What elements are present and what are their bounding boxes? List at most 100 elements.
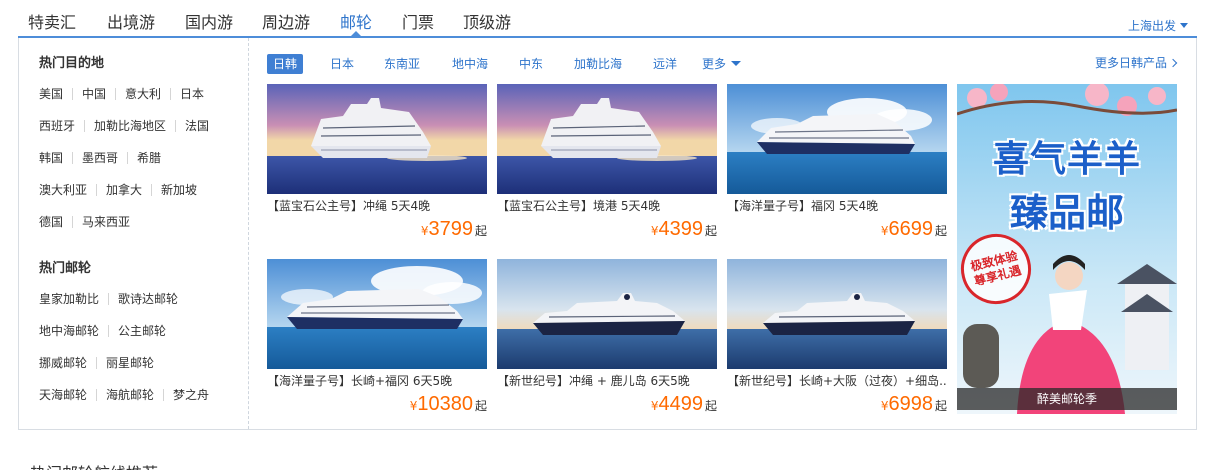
chevron-right-icon xyxy=(1168,58,1178,68)
cruise-line-link[interactable]: 公主邮轮 xyxy=(118,322,166,339)
promo-headline-1: 喜气羊羊 xyxy=(992,139,1141,180)
region-tab-japan-korea[interactable]: 日韩 xyxy=(267,54,304,74)
nav-tab-premium[interactable]: 顶级游 xyxy=(463,9,511,33)
price-value: 3799 xyxy=(428,218,473,240)
cruise-ship-photo xyxy=(267,84,487,194)
product-price: ¥3799 起 xyxy=(421,218,487,241)
nav-tab-outbound[interactable]: 出境游 xyxy=(107,9,155,33)
product-card[interactable]: 【新世纪号】长崎+大阪（过夜）+细岛... ¥6998 起 xyxy=(727,259,947,419)
destination-link[interactable]: 澳大利亚 xyxy=(39,181,87,198)
product-card[interactable]: 【新世纪号】冲绳 + 鹿儿岛 6天5晚 ¥4499 起 xyxy=(497,259,717,419)
cruise-line-link[interactable]: 海航邮轮 xyxy=(106,386,154,403)
divider xyxy=(96,388,98,401)
region-more-label: 更多 xyxy=(702,57,727,71)
divider xyxy=(163,388,165,401)
destination-link[interactable]: 德国 xyxy=(39,213,63,230)
destination-link[interactable]: 法国 xyxy=(185,117,209,134)
product-card[interactable]: 【蓝宝石公主号】境港 5天4晚 ¥4399 起 xyxy=(497,84,717,244)
departure-city-label: 上海出发 xyxy=(1128,19,1177,33)
destination-link[interactable]: 韩国 xyxy=(39,149,63,166)
cruise-panel: 热门目的地 美国 中国 意大利 日本 西班牙 加勒比海地区 法国 韩国 墨西哥 … xyxy=(18,38,1197,430)
cruise-line-link[interactable]: 地中海邮轮 xyxy=(39,322,99,339)
destination-link[interactable]: 西班牙 xyxy=(39,117,75,134)
more-products-label: 更多日韩产品 xyxy=(1094,56,1167,70)
product-price: ¥6998 起 xyxy=(881,393,947,416)
nav-tab-domestic[interactable]: 国内游 xyxy=(185,9,233,33)
more-products-link[interactable]: 更多日韩产品 xyxy=(1094,54,1178,71)
product-card[interactable]: 【海洋量子号】长崎+福冈 6天5晚 ¥10380 起 xyxy=(267,259,487,419)
cruise-ship-photo xyxy=(727,84,947,194)
cruise-line-link[interactable]: 歌诗达邮轮 xyxy=(118,290,178,307)
destination-link[interactable]: 中国 xyxy=(82,85,106,102)
destination-link[interactable]: 日本 xyxy=(180,85,204,102)
price-value: 4399 xyxy=(658,218,703,240)
promo-headline-2: 臻品邮 xyxy=(1009,191,1124,235)
nav-tab-nearby[interactable]: 周边游 xyxy=(262,9,310,33)
cruise-line-link[interactable]: 皇家加勒比 xyxy=(39,290,99,307)
region-tab-caribbean[interactable]: 加勒比海 xyxy=(574,54,622,74)
divider xyxy=(108,292,110,305)
top-navigation: 特卖汇 出境游 国内游 周边游 邮轮 门票 顶级游 上海出发 xyxy=(0,0,1224,38)
cruise-ship-photo xyxy=(267,259,487,369)
cruise-ship-photo xyxy=(727,259,947,369)
cruise-ship-photo xyxy=(497,84,717,194)
region-tab-mediterranean[interactable]: 地中海 xyxy=(452,54,488,74)
price-suffix: 起 xyxy=(934,399,947,413)
region-tab-japan[interactable]: 日本 xyxy=(330,54,354,74)
promo-caption: 醉美邮轮季 xyxy=(957,388,1177,410)
destination-row: 西班牙 加勒比海地区 法国 xyxy=(39,117,209,134)
price-suffix: 起 xyxy=(704,399,717,413)
destination-link[interactable]: 墨西哥 xyxy=(82,149,118,166)
destination-row: 美国 中国 意大利 日本 xyxy=(39,85,204,102)
price-value: 4499 xyxy=(658,393,703,415)
nav-tab-cruise[interactable]: 邮轮 xyxy=(340,9,372,33)
hot-cruise-lines-title: 热门邮轮 xyxy=(39,261,92,276)
price-suffix: 起 xyxy=(704,224,717,238)
destination-row: 澳大利亚 加拿大 新加坡 xyxy=(39,181,197,198)
departure-city-select[interactable]: 上海出发 xyxy=(1128,17,1189,34)
divider xyxy=(72,87,74,100)
price-value: 6699 xyxy=(888,218,933,240)
product-card[interactable]: 【海洋量子号】福冈 5天4晚 ¥6699 起 xyxy=(727,84,947,244)
product-price: ¥10380 起 xyxy=(410,393,487,416)
nav-tab-tickets[interactable]: 门票 xyxy=(402,9,434,33)
region-tab-middle-east[interactable]: 中东 xyxy=(519,54,543,74)
promo-banner[interactable]: 喜气羊羊 臻品邮 极致体验 尊享礼遇 醉美邮轮季 xyxy=(957,84,1177,414)
cruise-line-link[interactable]: 梦之舟 xyxy=(173,386,209,403)
destination-link[interactable]: 马来西亚 xyxy=(82,213,130,230)
cruise-line-row: 天海邮轮 海航邮轮 梦之舟 xyxy=(39,386,209,403)
cruise-line-link[interactable]: 丽星邮轮 xyxy=(106,354,154,371)
divider xyxy=(96,183,98,196)
destination-link[interactable]: 意大利 xyxy=(125,85,161,102)
divider xyxy=(108,324,110,337)
hot-destinations-title: 热门目的地 xyxy=(39,56,105,71)
destination-link[interactable]: 美国 xyxy=(39,85,63,102)
nav-tab-flash-sale[interactable]: 特卖汇 xyxy=(28,9,76,33)
cruise-line-row: 皇家加勒比 歌诗达邮轮 xyxy=(39,290,178,307)
price-value: 6998 xyxy=(888,393,933,415)
next-section-heading: 热门邮轮航线推荐 xyxy=(30,460,158,470)
divider xyxy=(175,119,177,132)
cruise-line-row: 地中海邮轮 公主邮轮 xyxy=(39,322,166,339)
divider xyxy=(72,151,74,164)
divider xyxy=(96,356,98,369)
destination-row: 德国 马来西亚 xyxy=(39,213,130,230)
destination-link[interactable]: 希腊 xyxy=(137,149,161,166)
destination-link[interactable]: 新加坡 xyxy=(161,181,197,198)
region-tab-southeast-asia[interactable]: 东南亚 xyxy=(384,54,420,74)
region-tab-more[interactable]: 更多 xyxy=(702,54,742,74)
price-value: 10380 xyxy=(417,393,473,415)
destination-link[interactable]: 加勒比海地区 xyxy=(94,117,166,134)
price-suffix: 起 xyxy=(474,399,487,413)
product-title: 【新世纪号】长崎+大阪（过夜）+细岛... xyxy=(727,374,947,388)
region-tab-ocean[interactable]: 远洋 xyxy=(653,54,677,74)
destination-link[interactable]: 加拿大 xyxy=(106,181,142,198)
caret-down-icon xyxy=(731,61,742,66)
cruise-line-link[interactable]: 天海邮轮 xyxy=(39,386,87,403)
cruise-ship-photo xyxy=(497,259,717,369)
product-title: 【海洋量子号】长崎+福冈 6天5晚 xyxy=(267,374,453,388)
product-title: 【海洋量子号】福冈 5天4晚 xyxy=(727,199,879,213)
product-card[interactable]: 【蓝宝石公主号】冲绳 5天4晚 ¥3799 起 xyxy=(267,84,487,244)
cruise-line-row: 挪威邮轮 丽星邮轮 xyxy=(39,354,154,371)
cruise-line-link[interactable]: 挪威邮轮 xyxy=(39,354,87,371)
